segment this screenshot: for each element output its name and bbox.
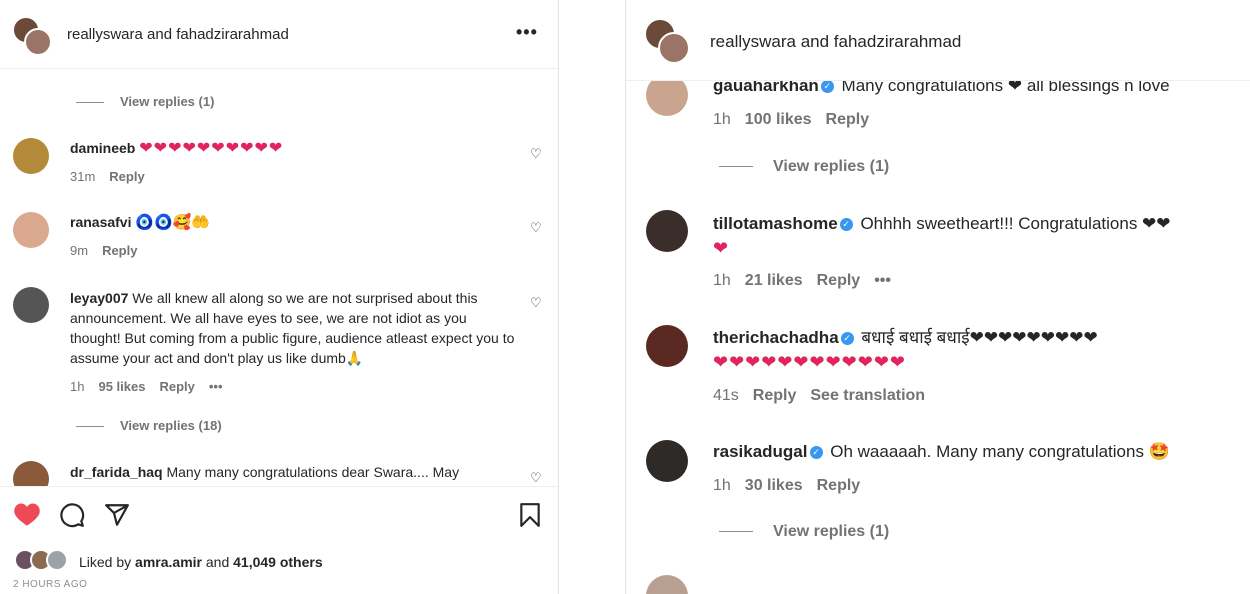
liked-by-avatars[interactable] [14,549,74,571]
comment-username[interactable]: dr_farida_haq [70,464,163,480]
header-avatar-stack[interactable] [644,18,690,64]
comment-body: ❤❤❤❤❤❤❤❤❤❤ [139,140,284,157]
liked-by-text: Liked by amra.amir and 41,049 others [79,554,323,570]
avatar [658,32,690,64]
comment-username[interactable]: therichachadha [713,328,839,347]
post-footer: Liked by amra.amir and 41,049 others 2 H… [0,486,558,594]
reply-button[interactable]: Reply [159,379,194,394]
reply-button[interactable]: Reply [817,477,861,494]
right-post-comments-panel: reallyswara and fahadzirarahmad gauahark… [625,0,1250,594]
comment-meta: 1h 30 likes Reply [713,477,874,495]
avatar [24,28,52,56]
comment-text: ranasafvi 🧿🧿🥰🤲 [70,212,510,233]
reply-button[interactable]: Reply [753,387,797,404]
like-comment-icon[interactable]: ♡ [530,470,542,486]
comment-meta: 1h 95 likes Reply ••• [70,379,237,394]
comment-text: rasikadugal ✓ Oh waaaaah. Many many congr… [713,442,1238,462]
comment-likes[interactable]: 95 likes [98,379,145,394]
comment-body: We all knew all along so we are not surp… [70,290,515,366]
comment-time: 41s [713,387,739,404]
left-post-comments-panel: reallyswara and fahadzirarahmad ••• View… [0,0,559,594]
view-replies-button[interactable]: View replies (1) [719,158,889,176]
view-replies-button[interactable]: View replies (1) [719,523,889,541]
avatar[interactable] [13,212,49,248]
comment-username[interactable]: ranasafvi [70,214,131,230]
comment-text: damineeb ❤❤❤❤❤❤❤❤❤❤ [70,138,510,159]
comment-time: 1h [713,477,731,494]
comment-text: therichachadha ✓ बधाई बधाई बधाई❤❤❤❤❤❤❤❤❤ … [713,326,1238,375]
post-header-title[interactable]: reallyswara and fahadzirarahmad [710,32,961,52]
reply-button[interactable]: Reply [817,272,861,289]
comment-meta: 41s Reply See translation [713,387,939,405]
comment-body-continued: ❤ [713,238,730,258]
avatar [46,549,68,571]
comment-meta: 1h 21 likes Reply ••• [713,272,905,290]
comment-time: 1h [70,379,85,394]
avatar[interactable] [646,440,688,482]
verified-badge-icon: ✓ [820,80,834,94]
more-options-icon[interactable]: ••• [516,22,538,43]
comment-body-continued: ❤❤❤❤❤❤❤❤❤❤❤❤ [713,352,906,372]
share-icon[interactable] [104,502,130,533]
comment-body: Ohhhh sweetheart!!! Congratulations ❤❤ [860,214,1171,233]
comment-body: Many many congratulations dear Swara....… [166,464,460,480]
post-header: reallyswara and fahadzirarahmad ••• [0,0,558,69]
avatar[interactable] [13,138,49,174]
view-replies-button[interactable]: View replies (1) [76,94,214,109]
reply-button[interactable]: Reply [102,243,137,258]
avatar[interactable] [13,287,49,323]
verified-badge-icon: ✓ [840,332,854,346]
comment-meta: 31m Reply [70,169,159,184]
comment-body: बधाई बधाई बधाई❤❤❤❤❤❤❤❤❤ [861,328,1098,347]
save-bookmark-icon[interactable] [518,502,542,533]
see-translation-button[interactable]: See translation [810,387,925,404]
reply-button[interactable]: Reply [826,111,870,128]
view-replies-button[interactable]: View replies (18) [76,418,222,433]
comment-likes[interactable]: 30 likes [745,477,803,494]
comment-username[interactable]: tillotamashome [713,214,838,233]
divider [719,531,753,533]
verified-badge-icon: ✓ [809,446,823,460]
divider [719,166,753,168]
post-time-ago[interactable]: 2 HOURS AGO [13,579,87,590]
avatar[interactable] [646,210,688,252]
post-header-title[interactable]: reallyswara and fahadzirarahmad [67,26,289,43]
like-comment-icon[interactable]: ♡ [530,220,542,236]
comment-meta: 9m Reply [70,243,151,258]
liked-by-user-link[interactable]: amra.amir [135,554,202,570]
comment-body: Oh waaaaah. Many many congratulations 🤩 [830,442,1170,461]
comment-meta: 1h 100 likes Reply [713,111,883,129]
header-avatar-stack[interactable] [12,16,52,56]
comment-time: 1h [713,111,731,128]
comment-username[interactable]: rasikadugal [713,442,808,461]
more-options-icon[interactable]: ••• [874,272,891,289]
avatar[interactable] [646,325,688,367]
comment-username[interactable]: damineeb [70,140,135,156]
comment-time: 31m [70,169,96,184]
post-header: reallyswara and fahadzirarahmad [626,0,1250,81]
like-comment-icon[interactable]: ♡ [530,295,542,311]
like-comment-icon[interactable]: ♡ [530,146,542,162]
comment-icon[interactable] [59,502,85,533]
comment-username[interactable]: leyay007 [70,290,128,306]
comment-likes[interactable]: 100 likes [745,111,812,128]
comment-text: dr_farida_haq Many many congratulations … [70,462,518,482]
comment-body: 🧿🧿🥰🤲 [135,214,211,231]
verified-badge-icon: ✓ [839,218,853,232]
divider [76,426,104,428]
divider [76,102,104,104]
comment-likes[interactable]: 21 likes [745,272,803,289]
comment-text: tillotamashome ✓ Ohhhh sweetheart!!! Cong… [713,212,1238,261]
avatar[interactable] [646,575,688,594]
comment-time: 1h [713,272,731,289]
comment-text: leyay007 We all knew all along so we are… [70,288,518,368]
more-options-icon[interactable]: ••• [209,379,223,394]
liked-heart-icon[interactable] [13,501,41,532]
likes-count-link[interactable]: 41,049 others [233,554,323,570]
comment-time: 9m [70,243,89,258]
reply-button[interactable]: Reply [109,169,144,184]
